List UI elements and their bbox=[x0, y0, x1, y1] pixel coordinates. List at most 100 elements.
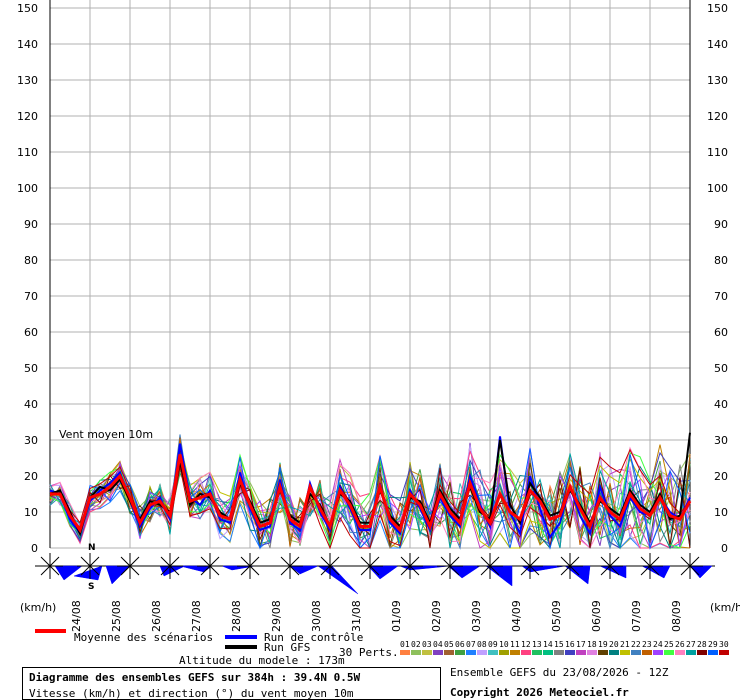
perturbation-swatches: 01 02 03 04 05 06 07 08 09 10 11 12 13 14 15 16 17 18 19 20… bbox=[400, 640, 729, 655]
compass-south: S bbox=[88, 582, 94, 592]
pert-number: 07 bbox=[466, 640, 476, 649]
date-label: 30/08 bbox=[310, 600, 323, 632]
pert-number: 01 bbox=[400, 640, 410, 649]
y-axis-right: 0 10 20 30 40 50 60 70 80 90 100 110 120 130 140 150 bbox=[707, 2, 728, 555]
date-label: 08/09 bbox=[670, 600, 683, 632]
ytick-left: 50 bbox=[24, 362, 38, 375]
ytick-left: 100 bbox=[17, 182, 38, 195]
ytick-left: 20 bbox=[24, 470, 38, 483]
ytick-right: 120 bbox=[707, 110, 728, 123]
pert-number: 06 bbox=[455, 640, 465, 649]
pert-number: 14 bbox=[543, 640, 553, 649]
ytick-right: 130 bbox=[707, 74, 728, 87]
pert-number: 28 bbox=[697, 640, 707, 649]
pert-number: 16 bbox=[565, 640, 575, 649]
pert-number: 04 bbox=[433, 640, 443, 649]
pert-swatch bbox=[587, 650, 597, 655]
pert-number: 30 bbox=[719, 640, 729, 649]
ytick-right: 100 bbox=[707, 182, 728, 195]
ytick-right: 70 bbox=[714, 290, 728, 303]
pert-number: 25 bbox=[664, 640, 674, 649]
ytick-left: 60 bbox=[24, 326, 38, 339]
ytick-left: 130 bbox=[17, 74, 38, 87]
pert-swatch bbox=[631, 650, 641, 655]
date-label: 06/09 bbox=[590, 600, 603, 632]
date-label: 04/09 bbox=[510, 600, 523, 632]
pert-swatch bbox=[455, 650, 465, 655]
pert-swatch bbox=[532, 650, 542, 655]
pert-swatch bbox=[653, 650, 663, 655]
ylabel-left: (km/h) bbox=[20, 601, 56, 614]
ytick-left: 80 bbox=[24, 254, 38, 267]
date-labels: 24/08 25/08 26/08 27/08 28/08 29/08 30/08 31/08… bbox=[70, 600, 683, 632]
pert-number: 21 bbox=[620, 640, 630, 649]
pert-swatch bbox=[543, 650, 553, 655]
pert-swatch bbox=[576, 650, 586, 655]
pert-number: 20 bbox=[609, 640, 619, 649]
pert-swatch bbox=[609, 650, 619, 655]
gefs-wind-chart: 0102030405060708090100110120130140150 01… bbox=[17, 0, 740, 667]
ytick-left: 140 bbox=[17, 38, 38, 51]
chart-subtitle: Vitesse (km/h) et direction (°) du vent … bbox=[29, 687, 354, 700]
ytick-right: 30 bbox=[714, 434, 728, 447]
ensemble-date: Ensemble GEFS du 23/08/2026 - 12Z bbox=[450, 666, 669, 679]
date-label: 29/08 bbox=[270, 600, 283, 632]
date-label: 25/08 bbox=[110, 600, 123, 632]
pert-number: 22 bbox=[631, 640, 641, 649]
ytick-right: 80 bbox=[714, 254, 728, 267]
pert-number: 11 bbox=[510, 640, 520, 649]
pert-swatch bbox=[620, 650, 630, 655]
legend-gfs-label: Run GFS bbox=[264, 641, 310, 654]
ytick-left: 70 bbox=[24, 290, 38, 303]
date-label: 28/08 bbox=[230, 600, 243, 632]
date-label: 24/08 bbox=[70, 600, 83, 632]
perts-label: 30 Perts. bbox=[339, 646, 399, 659]
date-label: 31/08 bbox=[350, 600, 363, 632]
ytick-right: 110 bbox=[707, 146, 728, 159]
ytick-left: 10 bbox=[24, 506, 38, 519]
pert-number: 19 bbox=[598, 640, 608, 649]
ytick-left: 110 bbox=[17, 146, 38, 159]
wind-wedge bbox=[54, 565, 83, 581]
pert-swatch bbox=[411, 650, 421, 655]
pert-number: 02 bbox=[411, 640, 421, 649]
date-label: 01/09 bbox=[390, 600, 403, 632]
pert-swatch bbox=[433, 650, 443, 655]
pert-swatch bbox=[444, 650, 454, 655]
pert-number: 26 bbox=[675, 640, 685, 649]
date-label: 02/09 bbox=[430, 600, 443, 632]
ytick-right: 40 bbox=[714, 398, 728, 411]
date-label: 26/08 bbox=[150, 600, 163, 632]
pert-swatch bbox=[686, 650, 696, 655]
pert-swatch bbox=[488, 650, 498, 655]
pert-number: 23 bbox=[642, 640, 652, 649]
ytick-left: 150 bbox=[17, 2, 38, 15]
pert-swatch bbox=[664, 650, 674, 655]
pert-number: 24 bbox=[653, 640, 663, 649]
pert-number: 03 bbox=[422, 640, 432, 649]
pert-swatch bbox=[565, 650, 575, 655]
ytick-right: 90 bbox=[714, 218, 728, 231]
pert-swatch bbox=[477, 650, 487, 655]
pert-swatch bbox=[598, 650, 608, 655]
pert-swatch bbox=[554, 650, 564, 655]
pert-swatch bbox=[400, 650, 410, 655]
pert-number: 27 bbox=[686, 640, 696, 649]
wind-wedge bbox=[317, 565, 359, 595]
ytick-right: 150 bbox=[707, 2, 728, 15]
ylabel-right: (km/h) bbox=[710, 601, 740, 614]
wind-wedge bbox=[447, 565, 481, 579]
pert-number: 12 bbox=[521, 640, 531, 649]
ytick-left: 30 bbox=[24, 434, 38, 447]
pert-swatch bbox=[719, 650, 729, 655]
chart-title: Diagramme des ensembles GEFS sur 384h : … bbox=[29, 671, 361, 684]
wind-wedge bbox=[689, 565, 713, 579]
date-label: 05/09 bbox=[550, 600, 563, 632]
ytick-left: 0 bbox=[31, 542, 38, 555]
ytick-right: 140 bbox=[707, 38, 728, 51]
annotation-vent-moyen: Vent moyen 10m bbox=[59, 428, 153, 441]
pert-swatch bbox=[510, 650, 520, 655]
wind-wedge bbox=[564, 565, 591, 585]
pert-swatch bbox=[521, 650, 531, 655]
pert-swatch bbox=[422, 650, 432, 655]
